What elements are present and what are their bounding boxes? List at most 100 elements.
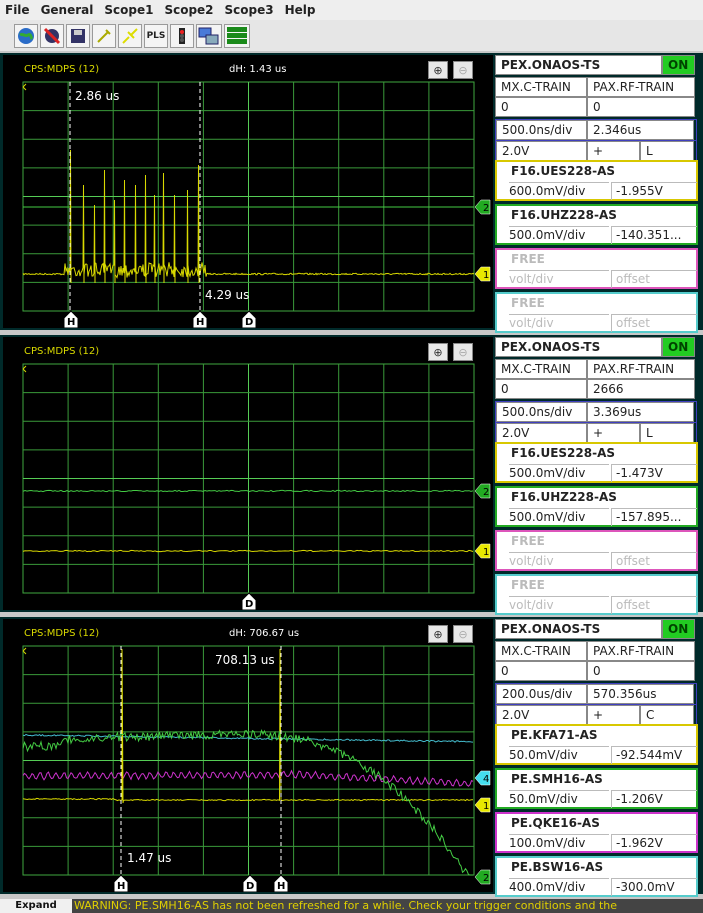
train-1[interactable]: MX.C-TRAIN	[495, 641, 587, 661]
on-toggle[interactable]: ON	[662, 55, 695, 75]
train-1-value[interactable]: 0	[495, 97, 587, 117]
channel-offset[interactable]: offset	[611, 552, 697, 570]
channel-offset[interactable]: -92.544mV	[611, 746, 697, 764]
time-div[interactable]: 500.0ns/div	[496, 402, 587, 422]
channel-offset[interactable]: -300.0mV	[611, 878, 697, 896]
channel-volt-div[interactable]: volt/div	[509, 596, 609, 614]
trigger-coupling[interactable]: L	[640, 141, 694, 161]
train-2[interactable]: PAX.RF-TRAIN	[587, 77, 695, 97]
channel-volt-div[interactable]: 100.0mV/div	[509, 834, 609, 852]
channel-name[interactable]: PE.BSW16-AS	[511, 860, 603, 874]
channel-name[interactable]: F16.UHZ228-AS	[511, 208, 617, 222]
channel-offset[interactable]: -1.962V	[611, 834, 697, 852]
channel-4-block[interactable]: PE.BSW16-AS 400.0mV/div -300.0mV	[495, 856, 698, 897]
globe-icon[interactable]	[14, 23, 38, 48]
train-1-value[interactable]: 0	[495, 661, 587, 681]
scope-2-plot[interactable]: 2 1 D CPS:MDPS (12) ⊕ ⊖	[3, 337, 493, 610]
train-1-value[interactable]: 0	[495, 379, 587, 399]
channel-name[interactable]: PE.SMH16-AS	[511, 772, 603, 786]
delay[interactable]: 2.346us	[587, 120, 694, 140]
zoom-in-icon[interactable]: ⊕	[428, 343, 448, 361]
delay[interactable]: 570.356us	[587, 684, 694, 704]
traffic-light-icon[interactable]	[170, 23, 194, 48]
zoom-out-icon[interactable]: ⊖	[453, 61, 473, 79]
channel-volt-div[interactable]: 500.0mV/div	[509, 226, 609, 244]
channel-2-block[interactable]: F16.UHZ228-AS 500.0mV/div -157.895...	[495, 486, 698, 527]
delay[interactable]: 3.369us	[587, 402, 694, 422]
save-icon[interactable]	[66, 23, 90, 48]
channel-offset[interactable]: -140.351...	[611, 226, 697, 244]
channel-4-block[interactable]: FREE volt/div offset	[495, 574, 698, 615]
train-2[interactable]: PAX.RF-TRAIN	[587, 641, 695, 661]
trigger-level[interactable]: 2.0V	[496, 705, 587, 725]
train-2-value[interactable]: 2666	[587, 379, 695, 399]
scope-1-plot[interactable]: 21HHD CPS:MDPS (12) dH: 1.43 us 2.86 us …	[3, 55, 493, 328]
trigger-level[interactable]: 2.0V	[496, 423, 587, 443]
channel-volt-div[interactable]: 600.0mV/div	[509, 182, 609, 200]
trigger-slope[interactable]: +	[587, 705, 640, 725]
menu-help[interactable]: Help	[280, 3, 322, 17]
expand-button[interactable]: Expand	[0, 899, 72, 913]
channel-volt-div[interactable]: 50.0mV/div	[509, 790, 609, 808]
channel-volt-div[interactable]: volt/div	[509, 270, 609, 288]
channel-name[interactable]: PE.QKE16-AS	[511, 816, 600, 830]
menu-general[interactable]: General	[36, 3, 100, 17]
channel-1-block[interactable]: F16.UES228-AS 500.0mV/div -1.473V	[495, 442, 698, 483]
plug-icon[interactable]	[92, 23, 116, 48]
menu-scope2[interactable]: Scope2	[159, 3, 219, 17]
channel-3-block[interactable]: FREE volt/div offset	[495, 248, 698, 289]
channel-3-block[interactable]: FREE volt/div offset	[495, 530, 698, 571]
channel-offset[interactable]: -1.955V	[611, 182, 697, 200]
channel-2-block[interactable]: PE.SMH16-AS 50.0mV/div -1.206V	[495, 768, 698, 809]
channel-name[interactable]: FREE	[511, 578, 545, 592]
train-2-value[interactable]: 0	[587, 661, 695, 681]
train-1[interactable]: MX.C-TRAIN	[495, 359, 587, 379]
trigger-coupling[interactable]: C	[640, 705, 694, 725]
pls-button[interactable]: PLS	[144, 23, 168, 48]
channel-3-block[interactable]: PE.QKE16-AS 100.0mV/div -1.962V	[495, 812, 698, 853]
channel-volt-div[interactable]: volt/div	[509, 552, 609, 570]
windows-icon[interactable]	[196, 23, 222, 48]
train-2[interactable]: PAX.RF-TRAIN	[587, 359, 695, 379]
menu-scope1[interactable]: Scope1	[99, 3, 159, 17]
time-div[interactable]: 200.0us/div	[496, 684, 587, 704]
trigger-coupling[interactable]: L	[640, 423, 694, 443]
channel-offset[interactable]: -1.473V	[611, 464, 697, 482]
channel-volt-div[interactable]: 500.0mV/div	[509, 508, 609, 526]
channel-name[interactable]: PE.KFA71-AS	[511, 728, 598, 742]
channel-2-block[interactable]: F16.UHZ228-AS 500.0mV/div -140.351...	[495, 204, 698, 245]
zoom-out-icon[interactable]: ⊖	[453, 625, 473, 643]
trigger-slope[interactable]: +	[587, 423, 640, 443]
zoom-out-icon[interactable]: ⊖	[453, 343, 473, 361]
channel-volt-div[interactable]: 400.0mV/div	[509, 878, 609, 896]
menu-scope3[interactable]: Scope3	[220, 3, 280, 17]
channel-offset[interactable]: offset	[611, 314, 697, 332]
connect-icon[interactable]	[118, 23, 142, 48]
channel-volt-div[interactable]: volt/div	[509, 314, 609, 332]
on-toggle[interactable]: ON	[662, 619, 695, 639]
timing-source[interactable]: PEX.ONAOS-TS	[495, 55, 662, 75]
channel-1-block[interactable]: PE.KFA71-AS 50.0mV/div -92.544mV	[495, 724, 698, 765]
channel-offset[interactable]: offset	[611, 270, 697, 288]
channel-name[interactable]: F16.UES228-AS	[511, 164, 615, 178]
channel-offset[interactable]: -1.206V	[611, 790, 697, 808]
time-div[interactable]: 500.0ns/div	[496, 120, 587, 140]
zoom-in-icon[interactable]: ⊕	[428, 61, 448, 79]
trigger-level[interactable]: 2.0V	[496, 141, 587, 161]
train-2-value[interactable]: 0	[587, 97, 695, 117]
zoom-in-icon[interactable]: ⊕	[428, 625, 448, 643]
channel-name[interactable]: FREE	[511, 534, 545, 548]
scope-3-plot[interactable]: 4 1 2 H D H CPS:MDPS (12) dH: 706.67 us 708.1…	[3, 619, 493, 892]
channel-name[interactable]: F16.UES228-AS	[511, 446, 615, 460]
channel-name[interactable]: FREE	[511, 296, 545, 310]
channel-offset[interactable]: -157.895...	[611, 508, 697, 526]
train-1[interactable]: MX.C-TRAIN	[495, 77, 587, 97]
channel-4-block[interactable]: FREE volt/div offset	[495, 292, 698, 333]
channel-volt-div[interactable]: 500.0mV/div	[509, 464, 609, 482]
channel-volt-div[interactable]: 50.0mV/div	[509, 746, 609, 764]
channel-offset[interactable]: offset	[611, 596, 697, 614]
layout-rows-icon[interactable]	[224, 23, 250, 48]
menu-file[interactable]: File	[0, 3, 36, 17]
timing-source[interactable]: PEX.ONAOS-TS	[495, 619, 662, 639]
channel-name[interactable]: FREE	[511, 252, 545, 266]
